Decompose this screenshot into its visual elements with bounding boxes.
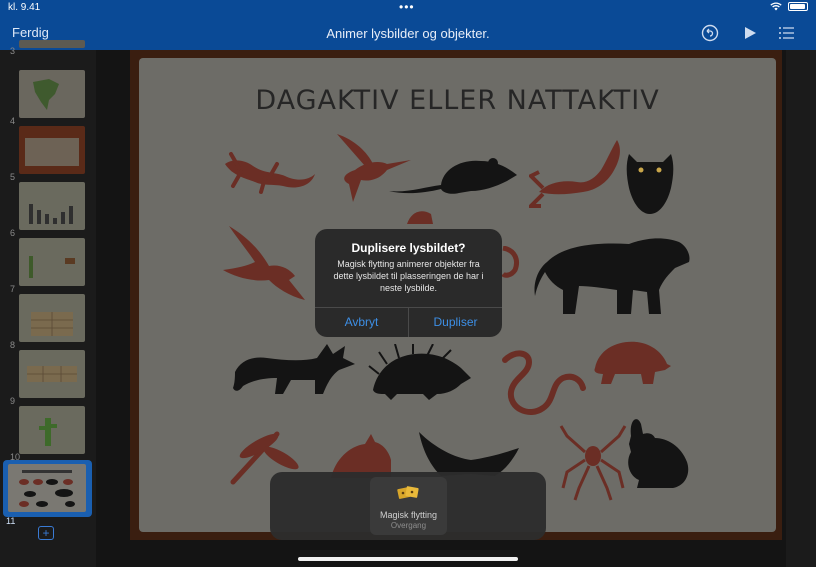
top-bar: kl. 9.41 ••• Ferdig Animer lysbilder og …: [0, 0, 816, 50]
transition-category: Overgang: [390, 521, 427, 530]
dialog-message: Magisk flytting animerer objekter fra de…: [333, 259, 484, 293]
status-icons: [770, 2, 808, 11]
wifi-icon: [770, 2, 782, 11]
cancel-button[interactable]: Avbryt: [315, 307, 408, 337]
multitask-dots[interactable]: •••: [399, 0, 415, 14]
duplicate-slide-dialog: Duplisere lysbildet? Magisk flytting ani…: [315, 229, 502, 337]
play-icon[interactable]: [740, 23, 760, 43]
battery-icon: [788, 2, 808, 11]
undo-icon[interactable]: [700, 23, 720, 43]
home-indicator[interactable]: [298, 557, 518, 561]
duplicate-button[interactable]: Dupliser: [409, 307, 502, 337]
list-icon[interactable]: [777, 23, 797, 43]
transition-name: Magisk flytting: [379, 510, 438, 520]
status-time: kl. 9.41: [8, 2, 41, 13]
nav-title: Animer lysbilder og objekter.: [326, 26, 490, 41]
dialog-title: Duplisere lysbildet?: [351, 241, 466, 255]
magic-move-icon: [397, 486, 419, 499]
keynote-screen: kl. 9.41 ••• Ferdig Animer lysbilder og …: [0, 0, 816, 567]
